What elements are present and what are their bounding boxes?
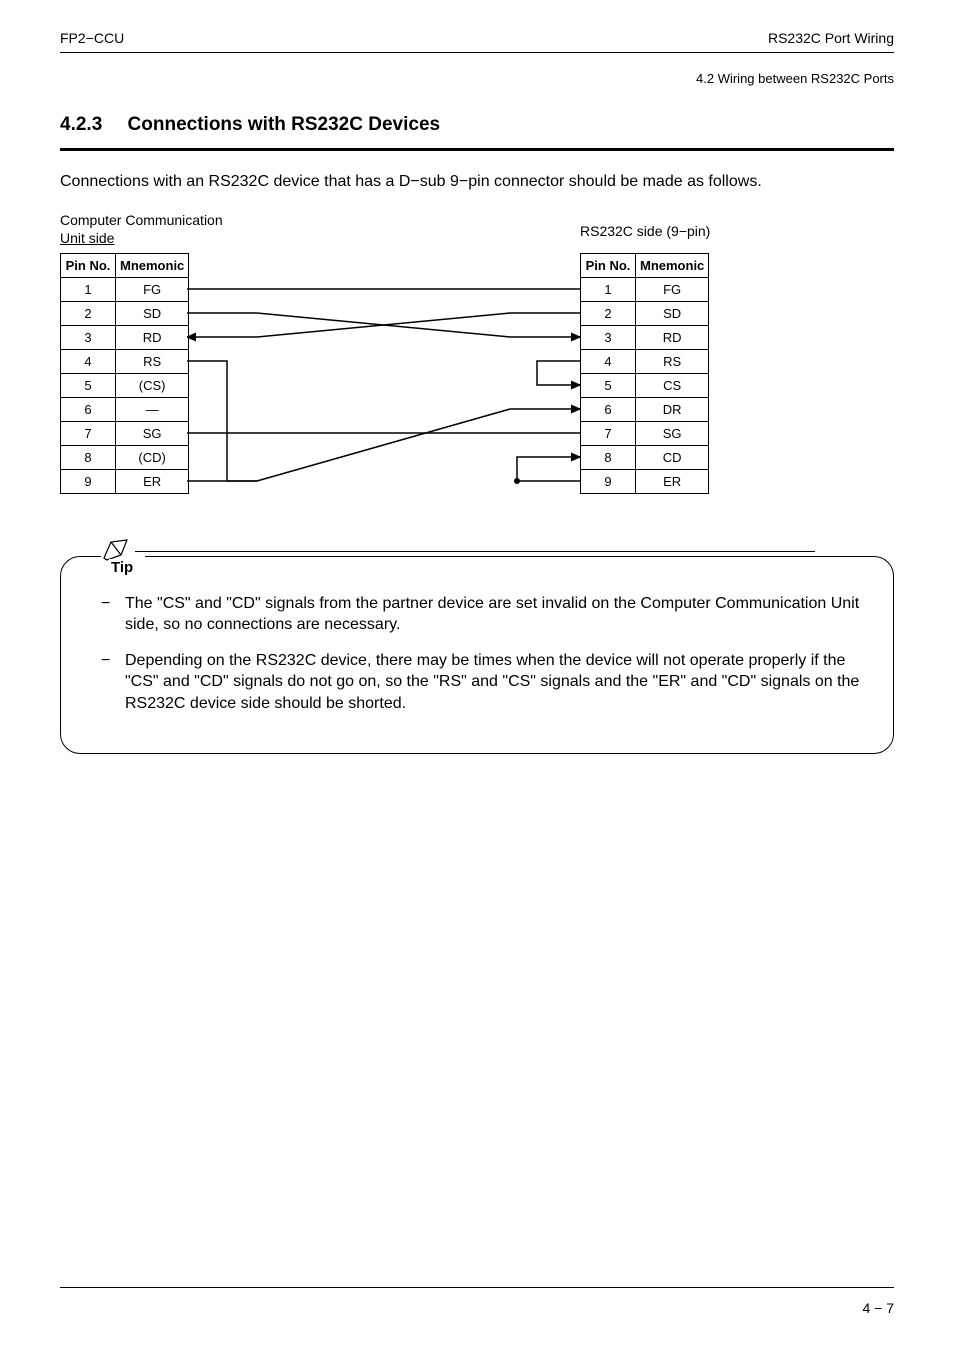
mnemonic-cell: RS [636,349,709,373]
section-heading: 4.2.3 Connections with RS232C Devices [60,114,894,151]
table-row: 1FG [61,277,189,301]
pin-cell: 1 [581,277,636,301]
list-item: The "CS" and "CD" signals from the partn… [101,593,863,636]
header-pin: Pin No. [61,253,116,277]
pin-cell: 5 [61,373,116,397]
pin-cell: 8 [581,445,636,469]
mnemonic-cell: SG [116,421,189,445]
pin-cell: 3 [61,325,116,349]
table-row: 4RS [581,349,709,373]
pin-cell: 8 [61,445,116,469]
table-row: 6— [61,397,189,421]
table-row: 7SG [581,421,709,445]
mnemonic-cell: FG [116,277,189,301]
left-pin-table: Pin No. Mnemonic 1FG 2SD 3RD 4RS 5(CS) 6… [60,253,189,494]
mnemonic-cell: RD [116,325,189,349]
table-row: 5CS [581,373,709,397]
mnemonic-cell: FG [636,277,709,301]
right-pin-table: Pin No. Mnemonic 1FG 2SD 3RD 4RS 5CS 6DR… [580,253,709,494]
diagram-caption-right: RS232C side (9−pin) [580,223,710,239]
table-row: 5(CS) [61,373,189,397]
mnemonic-cell: (CD) [116,445,189,469]
mnemonic-cell: RS [116,349,189,373]
tip-label: Tip [101,537,137,568]
tip-list: The "CS" and "CD" signals from the partn… [101,593,863,715]
pin-cell: 9 [61,469,116,493]
tip-word: Tip [109,559,135,576]
wiring-lines [187,253,580,503]
pin-cell: 6 [581,397,636,421]
section-title: Connections with RS232C Devices [128,114,441,135]
pin-cell: 2 [581,301,636,325]
breadcrumb: 4.2 Wiring between RS232C Ports [60,71,894,86]
table-row: 4RS [61,349,189,373]
pin-cell: 7 [61,421,116,445]
section-number: 4.2.3 [60,114,102,136]
mnemonic-cell: DR [636,397,709,421]
table-row: 8CD [581,445,709,469]
mnemonic-cell: SD [116,301,189,325]
header-right: RS232C Port Wiring [768,30,894,46]
page-header: FP2−CCU RS232C Port Wiring [60,30,894,53]
tip-box: Tip The "CS" and "CD" signals from the p… [60,556,894,754]
table-row: 9ER [581,469,709,493]
caption-left-line1: Computer Communication [60,212,223,228]
table-row: 3RD [61,325,189,349]
footer-rule [60,1287,894,1288]
table-row: 8(CD) [61,445,189,469]
pin-cell: 6 [61,397,116,421]
pin-cell: 3 [581,325,636,349]
header-mnemonic: Mnemonic [116,253,189,277]
mnemonic-cell: SG [636,421,709,445]
table-header-row: Pin No. Mnemonic [581,253,709,277]
intro-paragraph: Connections with an RS232C device that h… [60,171,894,193]
table-row: 1FG [581,277,709,301]
tip-section: Tip The "CS" and "CD" signals from the p… [60,556,894,754]
pin-cell: 1 [61,277,116,301]
mnemonic-cell: ER [636,469,709,493]
table-row: 2SD [61,301,189,325]
table-row: 7SG [61,421,189,445]
pin-cell: 2 [61,301,116,325]
caption-left-line2: Unit side [60,230,114,246]
mnemonic-cell: (CS) [116,373,189,397]
wiring-diagram: Computer Communication Unit side RS232C … [60,211,780,506]
header-pin: Pin No. [581,253,636,277]
mnemonic-cell: RD [636,325,709,349]
table-row: 9ER [61,469,189,493]
header-mnemonic: Mnemonic [636,253,709,277]
pin-cell: 9 [581,469,636,493]
list-item: Depending on the RS232C device, there ma… [101,650,863,715]
pin-cell: 4 [61,349,116,373]
mnemonic-cell: CD [636,445,709,469]
mnemonic-cell: CS [636,373,709,397]
table-header-row: Pin No. Mnemonic [61,253,189,277]
pin-cell: 4 [581,349,636,373]
mnemonic-cell: ER [116,469,189,493]
diagram-caption-left: Computer Communication Unit side [60,211,223,247]
header-left: FP2−CCU [60,30,124,46]
mnemonic-cell: SD [636,301,709,325]
table-row: 2SD [581,301,709,325]
table-row: 3RD [581,325,709,349]
pin-cell: 7 [581,421,636,445]
page-number: 4 − 7 [862,1300,894,1316]
mnemonic-cell: — [116,397,189,421]
table-row: 6DR [581,397,709,421]
pin-cell: 5 [581,373,636,397]
